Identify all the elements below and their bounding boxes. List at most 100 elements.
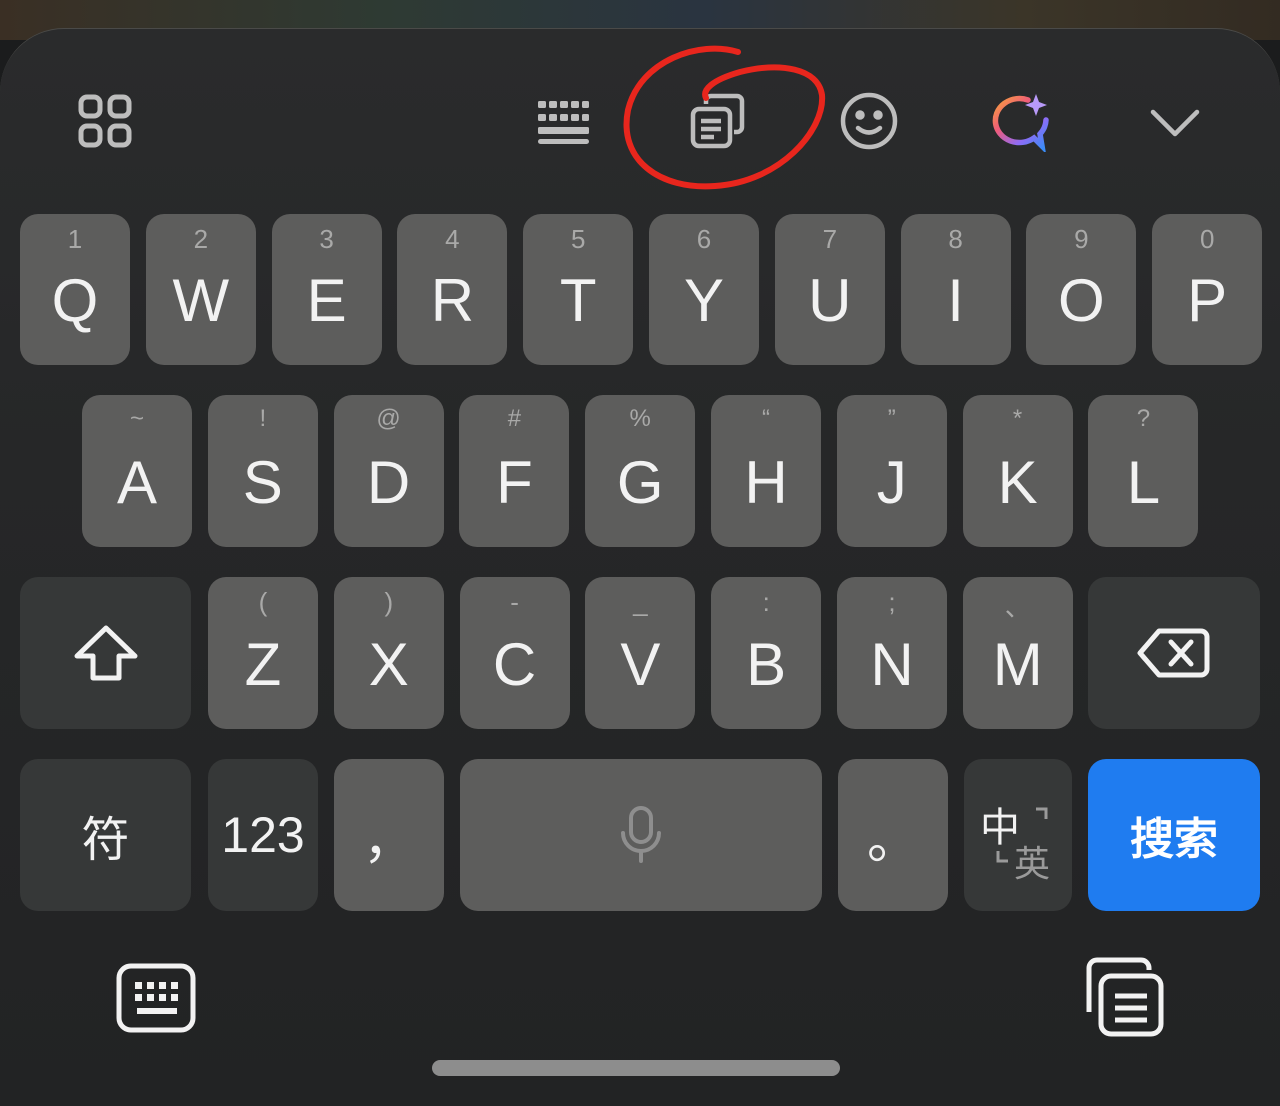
key-letter: V — [620, 630, 661, 698]
key-letter: F — [496, 448, 533, 516]
key-letter: Z — [244, 630, 282, 698]
keyboard-layout-icon[interactable] — [530, 94, 596, 148]
key-g[interactable]: % G — [585, 395, 696, 547]
key-letter: N — [870, 630, 914, 698]
key-letter: A — [116, 448, 158, 516]
key-secondary-label: 2 — [193, 224, 209, 254]
comma-key-label: ， — [362, 811, 415, 870]
backspace-key[interactable] — [1088, 577, 1260, 729]
key-letter: R — [430, 267, 475, 334]
keyboard-switch-icon[interactable] — [112, 960, 200, 1036]
search-key[interactable]: 搜索 — [1088, 759, 1260, 911]
key-letter: J — [876, 448, 907, 516]
language-switch-key[interactable]: 中 英 — [964, 759, 1072, 911]
key-secondary-label: @ — [376, 405, 401, 432]
key-r[interactable]: 4R — [397, 214, 508, 365]
key-u[interactable]: 7U — [774, 214, 885, 365]
key-letter: Q — [51, 267, 99, 334]
key-n[interactable]: ; N — [837, 577, 947, 729]
key-letter: O — [1058, 267, 1105, 334]
key-letter: D — [366, 448, 411, 516]
key-secondary-label: 7 — [822, 224, 838, 254]
chevron-down-icon[interactable] — [1146, 100, 1204, 144]
key-secondary-label: 1 — [67, 224, 83, 254]
key-h[interactable]: “H — [711, 395, 821, 547]
key-f[interactable]: # F — [459, 395, 570, 547]
key-z[interactable]: (Z — [208, 577, 318, 729]
key-letter: K — [997, 448, 1038, 516]
backspace-icon — [1137, 628, 1210, 678]
key-x[interactable]: ) X — [333, 577, 444, 729]
clipboard-icon[interactable] — [686, 90, 748, 152]
key-secondary-label: ! — [259, 405, 267, 432]
microphone-icon — [621, 806, 661, 863]
key-secondary-label: # — [507, 405, 522, 432]
key-i[interactable]: 8I — [900, 214, 1011, 365]
numbers-key[interactable]: 123 — [208, 759, 318, 911]
language-corner-icon — [996, 807, 1048, 863]
key-d[interactable]: @ D — [333, 395, 444, 547]
comma-key[interactable]: ， — [334, 759, 444, 911]
clipboard-bottom-icon[interactable] — [1080, 954, 1170, 1040]
key-secondary-label: 6 — [696, 224, 712, 254]
period-key[interactable]: 。 — [838, 759, 948, 911]
period-key-label: 。 — [866, 811, 919, 870]
key-secondary-label: “ — [762, 405, 770, 432]
apps-grid-icon[interactable] — [70, 88, 140, 154]
key-secondary-label: - — [510, 587, 519, 617]
key-letter: S — [242, 448, 283, 516]
key-y[interactable]: 6Y — [649, 214, 759, 365]
key-m[interactable]: 、 M — [962, 577, 1073, 729]
emoji-icon[interactable] — [836, 88, 902, 154]
key-secondary-label: 9 — [1074, 224, 1089, 254]
key-secondary-label: 4 — [445, 224, 460, 254]
key-j[interactable]: ” J — [836, 395, 947, 547]
key-l[interactable]: ? L — [1088, 395, 1199, 547]
home-indicator[interactable] — [432, 1060, 840, 1076]
key-secondary-label: 、 — [1004, 592, 1031, 622]
key-e[interactable]: 3E — [271, 214, 382, 365]
key-a[interactable]: ~ A — [82, 395, 192, 547]
key-k[interactable]: * K — [962, 395, 1073, 547]
key-secondary-label: 5 — [570, 224, 586, 254]
key-s[interactable]: ! S — [207, 395, 318, 547]
key-letter: L — [1126, 448, 1161, 516]
key-v[interactable]: _ V — [585, 577, 696, 729]
key-letter: M — [992, 630, 1043, 698]
key-w[interactable]: 2W — [145, 214, 256, 365]
key-letter: G — [616, 448, 664, 516]
key-t[interactable]: 5T — [523, 214, 634, 365]
symbols-key-label: 符 — [81, 814, 130, 867]
key-secondary-label: _ — [633, 587, 648, 617]
key-letter: T — [559, 267, 597, 334]
key-letter: B — [746, 630, 787, 698]
symbols-key[interactable]: 符 — [20, 759, 191, 911]
key-c[interactable]: -C — [459, 577, 570, 729]
key-letter: P — [1187, 267, 1228, 334]
key-secondary-label: ) — [384, 587, 394, 617]
key-secondary-label: 3 — [319, 224, 334, 254]
space-key[interactable] — [460, 759, 822, 911]
ai-assistant-icon[interactable] — [988, 88, 1056, 154]
key-secondary-label: ~ — [129, 405, 144, 432]
key-secondary-label: % — [629, 405, 651, 432]
key-secondary-label: 0 — [1199, 224, 1215, 254]
key-secondary-label: ; — [888, 587, 896, 617]
shift-key[interactable] — [20, 577, 191, 729]
search-key-label: 搜索 — [1130, 815, 1218, 864]
key-letter: C — [492, 630, 537, 698]
key-b[interactable]: :B — [711, 577, 822, 729]
key-letter: I — [947, 267, 964, 334]
numbers-key-label: 123 — [221, 807, 305, 863]
keyboard-panel — [0, 28, 1280, 1106]
key-q[interactable]: 1Q — [20, 214, 130, 365]
key-letter: H — [744, 448, 788, 516]
key-o[interactable]: 9O — [1026, 214, 1137, 365]
key-p[interactable]: 0P — [1152, 214, 1263, 365]
key-letter: Y — [683, 267, 725, 334]
key-secondary-label: : — [762, 587, 770, 617]
key-secondary-label: * — [1012, 405, 1023, 432]
key-letter: W — [172, 267, 230, 334]
key-letter: E — [306, 267, 347, 334]
shift-icon — [74, 625, 137, 681]
